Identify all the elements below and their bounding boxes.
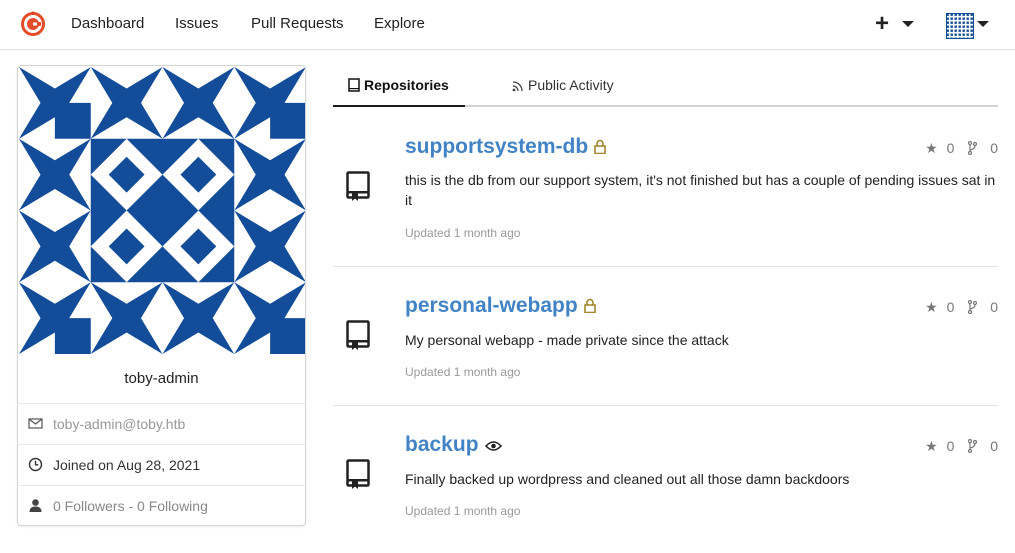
nav-pull-requests[interactable]: Pull Requests: [251, 15, 344, 32]
star-icon: ★: [925, 437, 938, 454]
follow-separator: -: [124, 498, 138, 514]
profile-joined-row: Joined on Aug 28, 2021: [18, 444, 305, 485]
fork-icon: [968, 141, 978, 156]
repo-name-link[interactable]: backup: [405, 433, 502, 457]
repo-description: this is the db from our support system, …: [405, 172, 996, 208]
nav-issues[interactable]: Issues: [175, 15, 218, 32]
repo-name-link[interactable]: personal-webapp: [405, 294, 596, 318]
profile-follow-row: 0 Followers - 0 Following: [18, 485, 305, 525]
repo-name: supportsystem-db: [405, 135, 589, 158]
gitea-logo-icon[interactable]: [20, 11, 46, 37]
repo-description: My personal webapp - made private since …: [405, 332, 729, 348]
user-icon: [29, 499, 42, 512]
tab-repositories-label: Repositories: [364, 77, 449, 93]
repo-name: backup: [405, 433, 479, 456]
repo-book-icon: [346, 459, 370, 489]
book-icon: [348, 78, 360, 92]
eye-icon: [484, 441, 502, 451]
repo-fork-count: 0: [990, 438, 998, 455]
repo-fork-count: 0: [990, 299, 998, 316]
star-icon: ★: [925, 139, 938, 156]
nav-explore[interactable]: Explore: [374, 15, 425, 32]
repo-book-icon: [346, 171, 370, 201]
repo-book-icon: [346, 320, 370, 350]
repo-star-count: 0: [946, 438, 955, 455]
repo-stats: ★ 0 0: [925, 437, 998, 455]
followers-link[interactable]: 0 Followers: [53, 498, 125, 514]
tab-repositories[interactable]: Repositories: [348, 77, 449, 93]
repo-star-count: 0: [946, 299, 955, 316]
repo-name-link[interactable]: supportsystem-db: [405, 135, 606, 159]
active-tab-indicator: [333, 105, 465, 107]
repo-item: backup ★ 0 0 Finally backed up wordpress…: [333, 405, 998, 553]
repo-item: personal-webapp ★ 0 0 My personal webapp…: [333, 266, 998, 405]
fork-icon: [968, 439, 978, 454]
repo-item: supportsystem-db ★ 0 0 this is the db fr…: [333, 128, 998, 267]
profile-email-row: toby-admin@toby.htb: [18, 403, 305, 444]
tab-public-activity-label: Public Activity: [528, 77, 614, 93]
create-dropdown-caret-icon[interactable]: [902, 21, 914, 27]
user-avatar[interactable]: [946, 13, 974, 39]
profile-email-link[interactable]: toby-admin@toby.htb: [53, 416, 185, 432]
profile-avatar: [19, 67, 305, 354]
profile-card: toby-admin toby-admin@toby.htb Joined on…: [17, 65, 306, 526]
repo-updated: Updated 1 month ago: [405, 226, 521, 240]
top-navbar: Dashboard Issues Pull Requests Explore +: [0, 0, 1015, 50]
repo-stats: ★ 0 0: [925, 298, 998, 316]
repo-updated: Updated 1 month ago: [405, 504, 521, 518]
tab-public-activity[interactable]: Public Activity: [512, 77, 614, 93]
repo-name: personal-webapp: [405, 294, 578, 317]
fork-icon: [968, 300, 978, 315]
profile-username: toby-admin: [124, 370, 199, 387]
rss-icon: [512, 81, 523, 92]
following-link[interactable]: 0 Following: [137, 498, 208, 514]
nav-dashboard[interactable]: Dashboard: [71, 15, 144, 32]
create-new-button[interactable]: +: [875, 10, 889, 38]
repo-star-count: 0: [946, 140, 955, 157]
profile-tabs: Repositories Public Activity: [333, 65, 998, 107]
repo-fork-count: 0: [990, 140, 998, 157]
clock-icon: [28, 457, 43, 472]
mail-icon: [28, 418, 43, 429]
repo-stats: ★ 0 0: [925, 139, 998, 157]
repo-description: Finally backed up wordpress and cleaned …: [405, 471, 850, 487]
lock-icon: [583, 298, 596, 313]
lock-icon: [594, 139, 606, 154]
star-icon: ★: [925, 298, 938, 315]
repo-updated: Updated 1 month ago: [405, 365, 521, 379]
user-menu-caret-icon[interactable]: [977, 21, 989, 27]
profile-joined-date: Joined on Aug 28, 2021: [53, 457, 201, 473]
